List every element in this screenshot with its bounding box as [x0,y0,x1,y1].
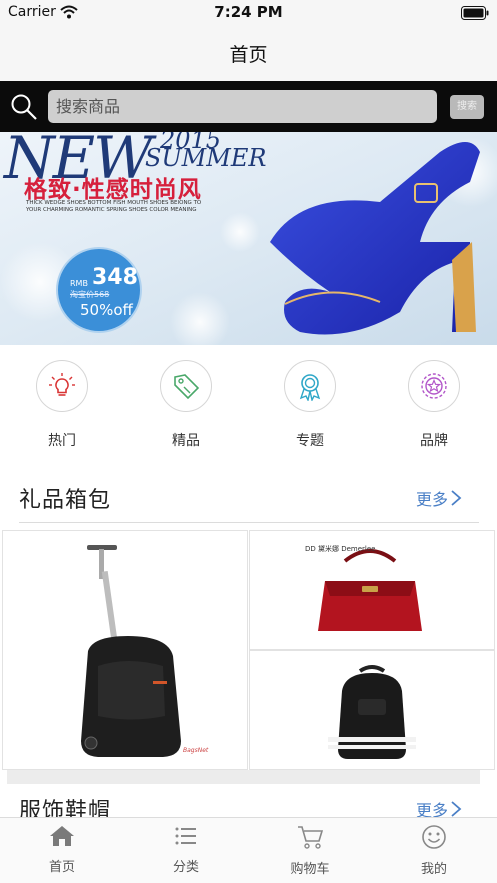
price-circle: RMB 348 淘宝价568 50%off [56,247,142,333]
search-icon[interactable] [10,93,38,125]
price-original: 淘宝价568 [70,290,110,299]
lightbulb-icon [36,360,88,412]
category-label: 热门 [48,433,76,449]
product-card-black-backpack[interactable] [249,650,495,770]
tab-cart[interactable]: 购物车 [265,824,355,877]
section-more-gifts-bags[interactable]: 更多 [416,486,462,510]
tag-icon [160,360,212,412]
home-icon [50,826,74,846]
tab-mine[interactable]: 我的 [389,824,479,877]
search-button[interactable]: 搜索 [450,95,484,119]
category-label: 品牌 [420,433,448,449]
product-watermark: BagsNet [183,747,209,754]
banner-slogan: 格致·性感时尚风 [24,177,202,203]
category-hot[interactable]: 热门 [27,360,97,450]
status-bar: Carrier 7:24 PM [0,0,497,24]
category-brand[interactable]: 品牌 [399,360,469,450]
more-link-label: 更多 [416,490,449,509]
search-bar: 搜索 [0,81,497,132]
price-value: 348 [92,265,138,290]
promo-banner[interactable]: NEW 2015 SUMMER 格致·性感时尚风 THICK WEDGE SHO… [0,132,497,345]
search-input[interactable] [48,90,437,123]
product-brand: DD 黛米娜 Demerlee [305,545,376,553]
product-card-red-handbag[interactable]: DD 黛米娜 Demerlee [249,530,495,650]
cart-icon [298,826,324,849]
ribbon-badge-icon [284,360,336,412]
price-discount: 50%off [80,301,133,319]
category-label: 专题 [296,433,324,449]
list-icon [175,827,196,845]
product-card-trolley-backpack[interactable]: BagsNet [2,530,248,770]
category-topic[interactable]: 专题 [275,360,345,450]
smiley-icon [422,825,446,849]
section-divider [19,522,479,523]
navigation-bar: 首页 [0,24,497,81]
tab-bar: 首页 分类 购物车 我的 [0,817,497,883]
tab-category[interactable]: 分类 [141,824,231,875]
trolley-backpack-image [81,545,181,757]
star-badge-icon [408,360,460,412]
tab-label: 首页 [48,860,75,875]
tab-label: 购物车 [290,862,330,877]
section-spacer [7,770,480,784]
banner-summer: SUMMER [145,144,267,172]
price-currency: RMB [70,279,88,288]
battery-icon [461,5,489,24]
section-title-gifts-bags: 礼品箱包 [19,488,112,513]
banner-subtext-1: THICK WEDGE SHOES BOTTOM FISH MOUTH SHOE… [26,200,202,206]
tab-home[interactable]: 首页 [17,824,107,875]
page-title: 首页 [229,44,268,66]
category-premium[interactable]: 精品 [151,360,221,450]
clock: 7:24 PM [214,3,283,21]
chevron-right-icon [451,490,462,506]
tab-label: 我的 [420,862,447,877]
banner-subtext-2: YOUR CHARMING ROMANTIC SPRING SHOES COLO… [26,207,197,213]
category-label: 精品 [172,433,200,449]
black-backpack-image [328,665,416,759]
tab-label: 分类 [172,860,199,875]
chevron-right-icon [451,801,462,817]
